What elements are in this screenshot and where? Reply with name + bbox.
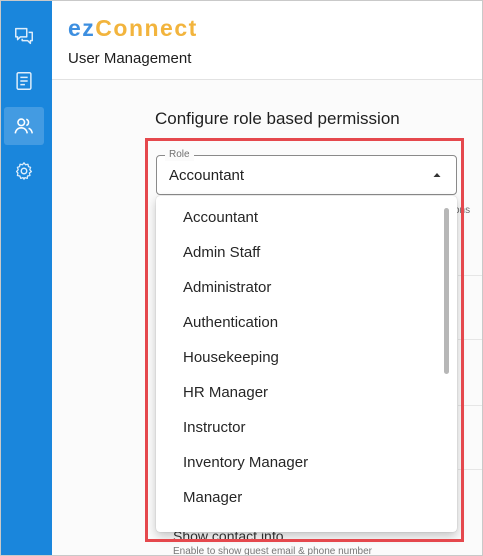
role-option[interactable]: Housekeeping [156, 340, 441, 375]
gear-icon [15, 162, 33, 180]
role-option[interactable]: Admin Staff [156, 235, 441, 270]
divider [458, 469, 483, 470]
chevron-up-icon [433, 173, 441, 177]
divider [458, 405, 483, 406]
role-option[interactable]: HR Manager [156, 375, 441, 410]
role-select-label: Role [165, 149, 194, 161]
role-dropdown-menu: Accountant Admin Staff Administrator Aut… [156, 196, 457, 532]
nav-documents[interactable] [4, 62, 44, 100]
role-option[interactable]: Inventory Manager [156, 445, 441, 480]
role-option[interactable]: Instructor [156, 410, 441, 445]
section-title: Configure role based permission [155, 109, 400, 128]
document-icon [16, 72, 32, 90]
divider [458, 275, 483, 276]
main-content: Configure role based permission ons Show… [52, 80, 483, 556]
brand-prefix: ez [68, 15, 96, 41]
sidebar [0, 0, 52, 556]
users-icon [14, 118, 34, 134]
nav-user-management[interactable] [4, 107, 44, 145]
role-option[interactable]: Administrator [156, 270, 441, 305]
dropdown-scrollbar[interactable] [444, 208, 449, 374]
divider [458, 339, 483, 340]
role-option[interactable]: Manager [156, 480, 441, 515]
role-select-value: Accountant [169, 167, 245, 184]
nav-messages[interactable] [4, 17, 44, 55]
app-header: ezConnect User Management [52, 0, 483, 80]
chat-icon [15, 27, 33, 45]
role-option[interactable]: Authentication [156, 305, 441, 340]
page-title: User Management [68, 50, 192, 67]
role-option[interactable]: Accountant [156, 200, 441, 235]
show-contact-info-description: Enable to show guest email & phone numbe… [173, 546, 373, 556]
nav-settings[interactable] [4, 152, 44, 190]
brand-logo: ezConnect [68, 14, 198, 42]
brand-suffix: Connect [95, 15, 198, 41]
role-select[interactable]: Role Accountant [156, 149, 457, 195]
